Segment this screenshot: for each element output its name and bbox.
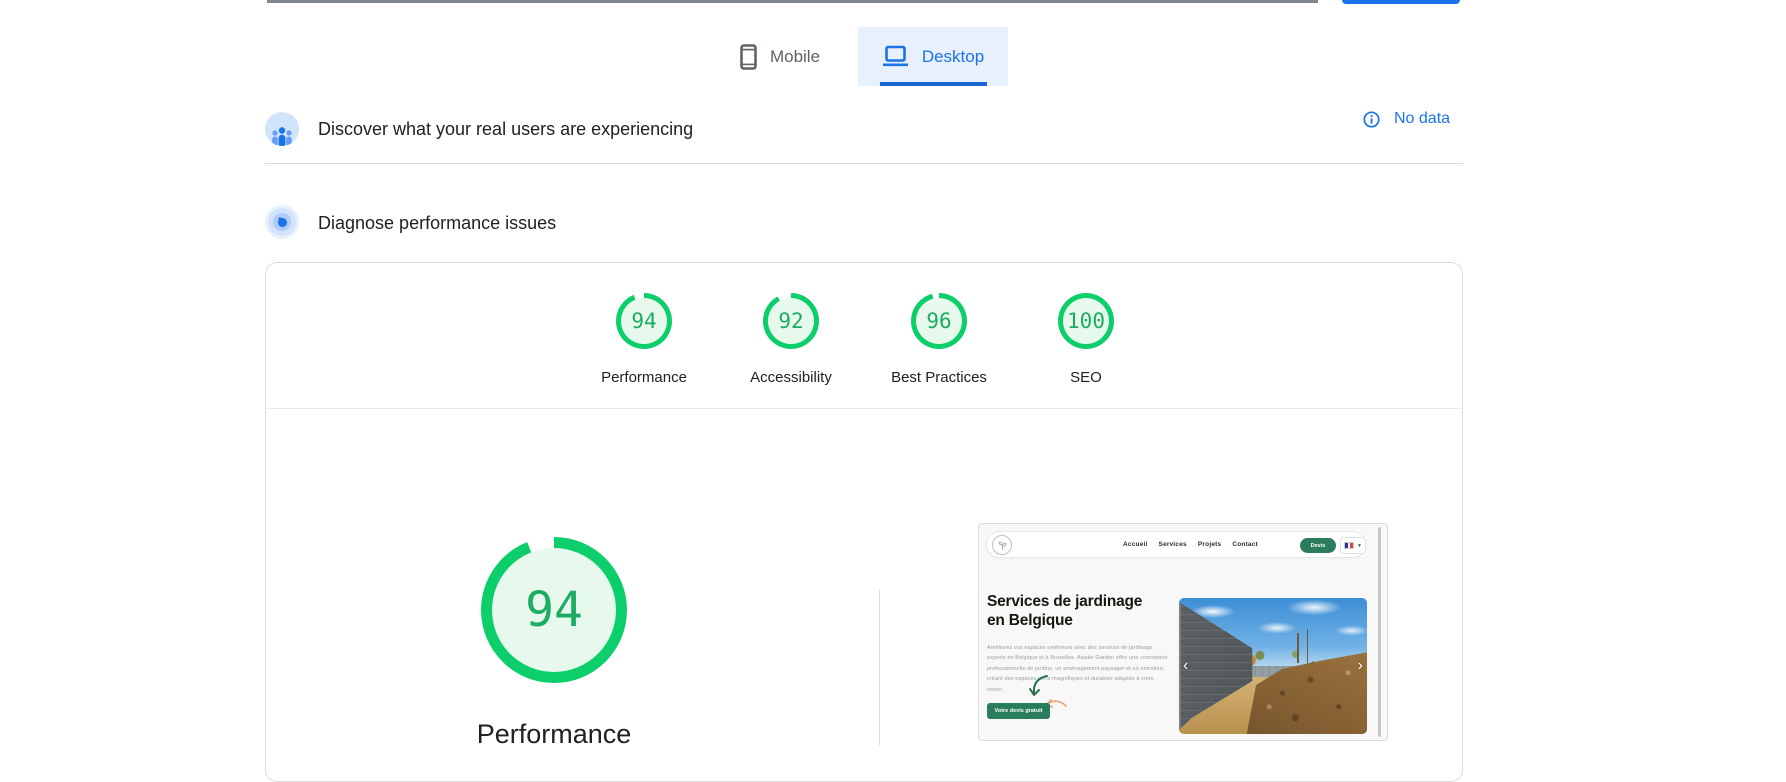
best-practices-gauge-small: 96 [911, 293, 967, 349]
carousel-next-button[interactable]: › [1358, 658, 1363, 674]
site-navbar: Accueil Services Projets Contact Devis ▼ [986, 531, 1366, 558]
tab-desktop-label: Desktop [922, 47, 984, 67]
site-nav-links: Accueil Services Projets Contact [1123, 532, 1258, 557]
site-devis-button[interactable]: Devis [1300, 538, 1336, 553]
section-divider [265, 163, 1463, 164]
site-scrollbar[interactable] [1378, 527, 1381, 737]
site-hero-photo: ‹ › [1179, 598, 1367, 734]
url-input-underline[interactable] [267, 0, 1318, 3]
gauge-needle [277, 217, 287, 227]
card-divider [266, 408, 1462, 409]
tab-desktop[interactable]: Desktop [858, 27, 1008, 86]
site-nav-link[interactable]: Projets [1198, 541, 1221, 548]
field-section-title: Discover what your real users are experi… [318, 119, 693, 140]
score-best-practices[interactable]: 96 Best Practices [864, 293, 1014, 386]
seo-score: 100 [1067, 309, 1105, 333]
performance-score: 94 [631, 309, 656, 333]
site-nav-link[interactable]: Services [1159, 541, 1187, 548]
seo-label: SEO [1070, 369, 1102, 386]
pagespeed-insights-page: { "colors": { "accent_blue": "#1a73e8", … [0, 0, 1786, 763]
lab-section-title: Diagnose performance issues [318, 213, 556, 234]
score-seo[interactable]: 100 SEO [1011, 293, 1161, 386]
real-users-icon [265, 112, 299, 146]
performance-gauge-large: 94 [481, 537, 627, 683]
score-accessibility[interactable]: 92 Accessibility [716, 293, 866, 386]
no-data-link[interactable]: No data [1363, 110, 1450, 128]
carousel-prev-button[interactable]: ‹ [1183, 658, 1188, 674]
site-paragraph: Améliorez vos espaces extérieurs avec de… [987, 643, 1169, 695]
site-heading: Services de jardinage en Belgique [987, 593, 1142, 630]
french-flag-icon [1344, 542, 1354, 549]
score-performance[interactable]: 94 Performance [569, 293, 719, 386]
report-card: 94 Performance 92 Accessibility 96 Best … [265, 262, 1463, 782]
main-performance-label: Performance [477, 719, 632, 750]
photo-bare-tree [1307, 629, 1309, 664]
accessibility-score: 92 [778, 309, 803, 333]
performance-label: Performance [601, 369, 687, 386]
site-cta-button[interactable]: Votre devis gratuit [987, 703, 1050, 719]
no-data-label: No data [1394, 110, 1450, 128]
site-nav-link[interactable]: Contact [1232, 541, 1258, 548]
best-practices-score: 96 [926, 309, 951, 333]
analyze-button-edge[interactable] [1342, 0, 1460, 4]
accessibility-gauge-small: 92 [763, 293, 819, 349]
main-performance-score: 94 [525, 582, 583, 638]
site-section-boundary [979, 740, 1387, 741]
seo-gauge-small: 100 [1058, 293, 1114, 349]
chevron-down-icon: ▼ [1357, 543, 1362, 549]
tab-mobile[interactable]: Mobile [712, 27, 848, 86]
desktop-laptop-icon [882, 45, 909, 68]
main-performance-gauge: 94 Performance [479, 537, 629, 750]
site-screenshot-thumbnail[interactable]: Accueil Services Projets Contact Devis ▼ Se… [978, 523, 1388, 741]
site-logo [992, 535, 1012, 555]
tab-mobile-label: Mobile [770, 47, 820, 67]
tab-selected-underline [880, 82, 987, 86]
photo-bare-tree [1297, 633, 1299, 663]
performance-gauge-small: 94 [616, 293, 672, 349]
best-practices-label: Best Practices [891, 369, 987, 386]
vertical-divider [879, 589, 880, 745]
info-icon [1363, 111, 1380, 128]
site-language-selector[interactable]: ▼ [1340, 537, 1366, 554]
diagnose-gauge-icon [265, 205, 299, 239]
accessibility-label: Accessibility [750, 369, 832, 386]
mobile-phone-icon [740, 44, 757, 70]
site-nav-link[interactable]: Accueil [1123, 541, 1148, 548]
